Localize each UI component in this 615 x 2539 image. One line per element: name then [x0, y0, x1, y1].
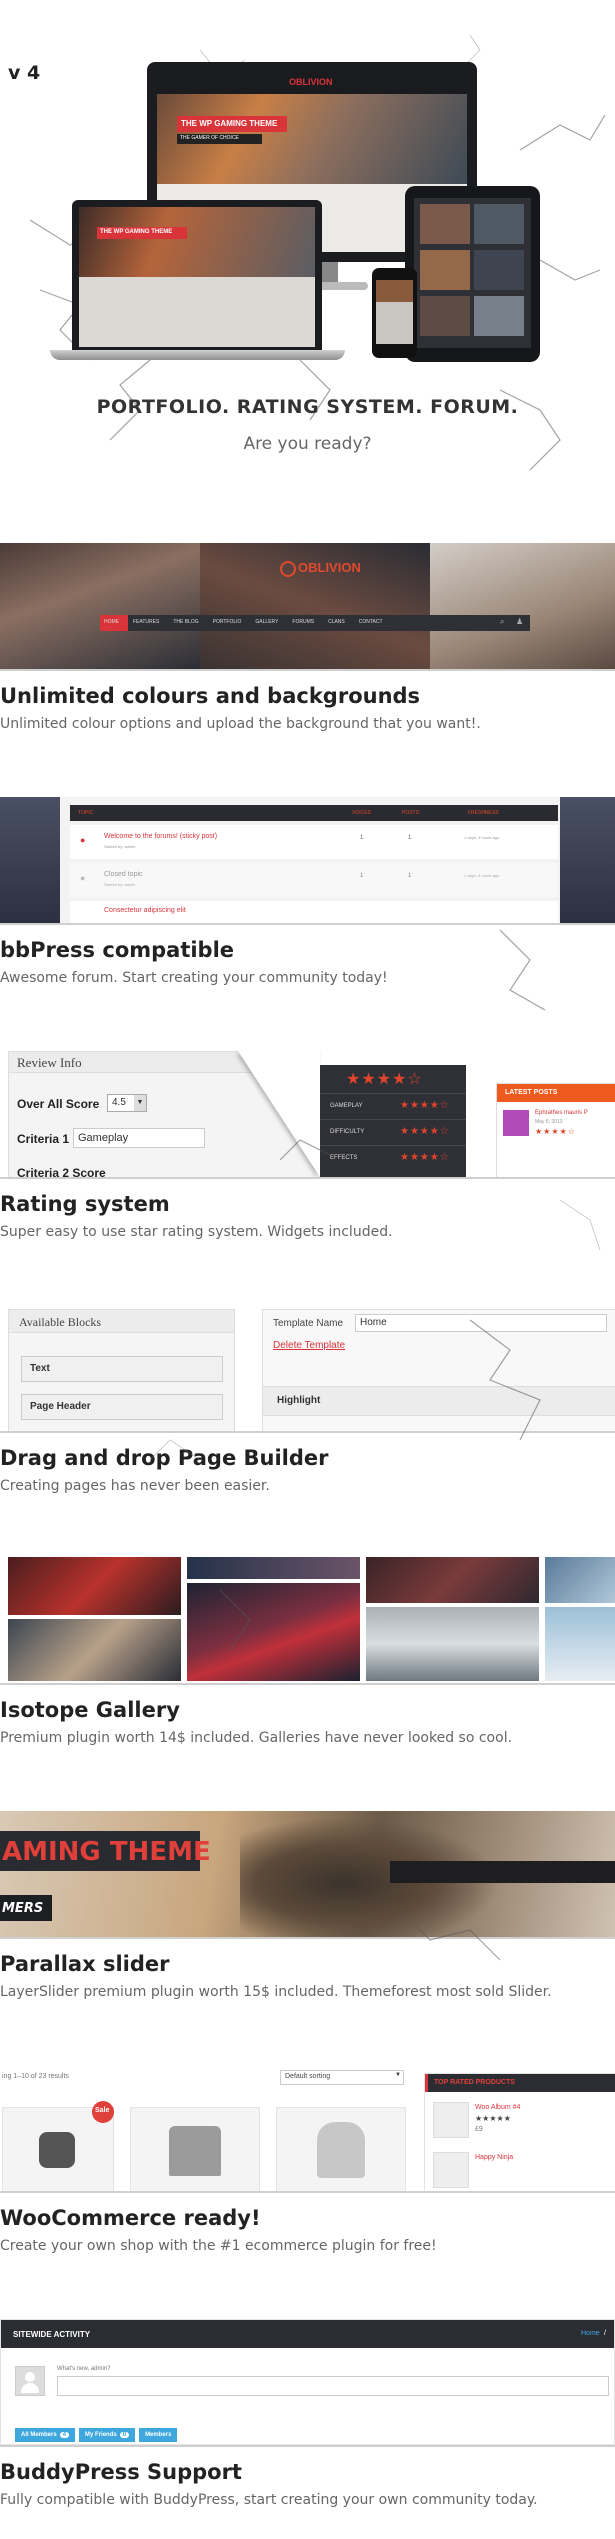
nav-item-clans[interactable]: CLANS [328, 619, 345, 625]
buddypress-screenshot: SITEWIDE ACTIVITY Home / What's new, adm… [0, 2319, 615, 2445]
monitor-banner-title: THE WP GAMING THEME [181, 119, 278, 128]
forum-col-posts: POSTS [402, 810, 419, 816]
divider [0, 2445, 615, 2447]
section-desc-buddypress: Fully compatible with BuddyPress, start … [0, 2492, 538, 2508]
nav-item-blog[interactable]: THE BLOG [173, 619, 198, 625]
tab-my-friends-label: My Friends [85, 2432, 117, 2438]
hero-subtitle: Are you ready? [243, 434, 372, 454]
section-cracks [149, 929, 601, 1961]
forum-topic-link[interactable]: Welcome to the forums! (sticky post) [104, 833, 217, 840]
laptop-base [50, 350, 345, 360]
forum-sticky-icon: ● [80, 835, 86, 845]
breadcrumb-sep: / [604, 2330, 606, 2337]
forum-voices: 1 [360, 835, 364, 841]
colours-screenshot: OBLIVION HOME FEATURES THE BLOG PORTFOLI… [0, 543, 615, 669]
user-icon[interactable]: ♟ [516, 617, 523, 626]
divider [0, 669, 615, 671]
forum-col-topic: TOPIC [78, 810, 94, 816]
tab-members-label: Members [145, 2432, 172, 2438]
hero-tablet [405, 186, 540, 362]
nav-item-features[interactable]: FEATURES [133, 619, 159, 625]
strip-logo: OBLIVION [298, 560, 361, 575]
forum-topic-author: Started by: admin [104, 882, 136, 887]
nav-item-home[interactable]: HOME [104, 619, 119, 625]
nav-item-forums[interactable]: FORUMS [292, 619, 314, 625]
activity-input[interactable] [57, 2376, 609, 2396]
hero-tagline: PORTFOLIO. RATING SYSTEM. FORUM. [96, 396, 519, 418]
tab-members[interactable]: Members [139, 2428, 178, 2442]
section-desc-colours: Unlimited colour options and upload the … [0, 716, 481, 732]
tab-all-members-label: All Members [21, 2432, 57, 2438]
activity-prompt: What's new, admin? [57, 2366, 111, 2372]
forum-freshness: 1 days, 4 hours ago [464, 873, 500, 878]
monitor-logo: OBLIVION [289, 77, 333, 87]
forum-topic-author: Started by: admin [104, 844, 136, 849]
activity-header: SITEWIDE ACTIVITY [13, 2330, 91, 2339]
forum-voices: 1 [360, 873, 364, 879]
monitor-banner-sub: THE GAMER OF CHOICE [180, 135, 239, 141]
forum-row[interactable]: ● Closed topic Started by: admin 1 1 1 d… [70, 863, 558, 897]
hero-phone [372, 268, 417, 358]
forum-posts: 1 [408, 835, 412, 841]
nav-item-portfolio[interactable]: PORTFOLIO [213, 619, 242, 625]
forum-topic-link[interactable]: Closed topic [104, 871, 143, 878]
forum-closed-icon: ● [80, 873, 86, 883]
forum-col-freshness: FRESHNESS [468, 810, 499, 816]
laptop-banner-title: THE WP GAMING THEME [100, 229, 173, 235]
strip-logo-icon [280, 561, 296, 577]
forum-col-voices: VOICES [352, 810, 371, 816]
tab-my-friends[interactable]: My Friends 0 [79, 2428, 136, 2442]
strip-navbar: HOME FEATURES THE BLOG PORTFOLIO GALLERY… [100, 615, 530, 631]
forum-row[interactable]: ● Welcome to the forums! (sticky post) S… [70, 825, 558, 859]
nav-item-contact[interactable]: CONTACT [359, 619, 383, 625]
tab-count-badge: 4 [59, 2432, 70, 2438]
nav-item-gallery[interactable]: GALLERY [255, 619, 278, 625]
forum-posts: 1 [408, 873, 412, 879]
section-title-buddypress: BuddyPress Support [0, 2460, 242, 2484]
breadcrumb-home[interactable]: Home [581, 2330, 600, 2337]
section-title-colours: Unlimited colours and backgrounds [0, 684, 421, 708]
forum-freshness: 1 days, 4 hours ago [464, 835, 500, 840]
search-icon[interactable]: ⌕ [500, 617, 504, 627]
tab-count-badge: 0 [119, 2432, 130, 2438]
avatar [15, 2366, 45, 2396]
tab-all-members[interactable]: All Members 4 [15, 2428, 76, 2442]
hero-laptop: THE WP GAMING THEME [72, 200, 322, 350]
